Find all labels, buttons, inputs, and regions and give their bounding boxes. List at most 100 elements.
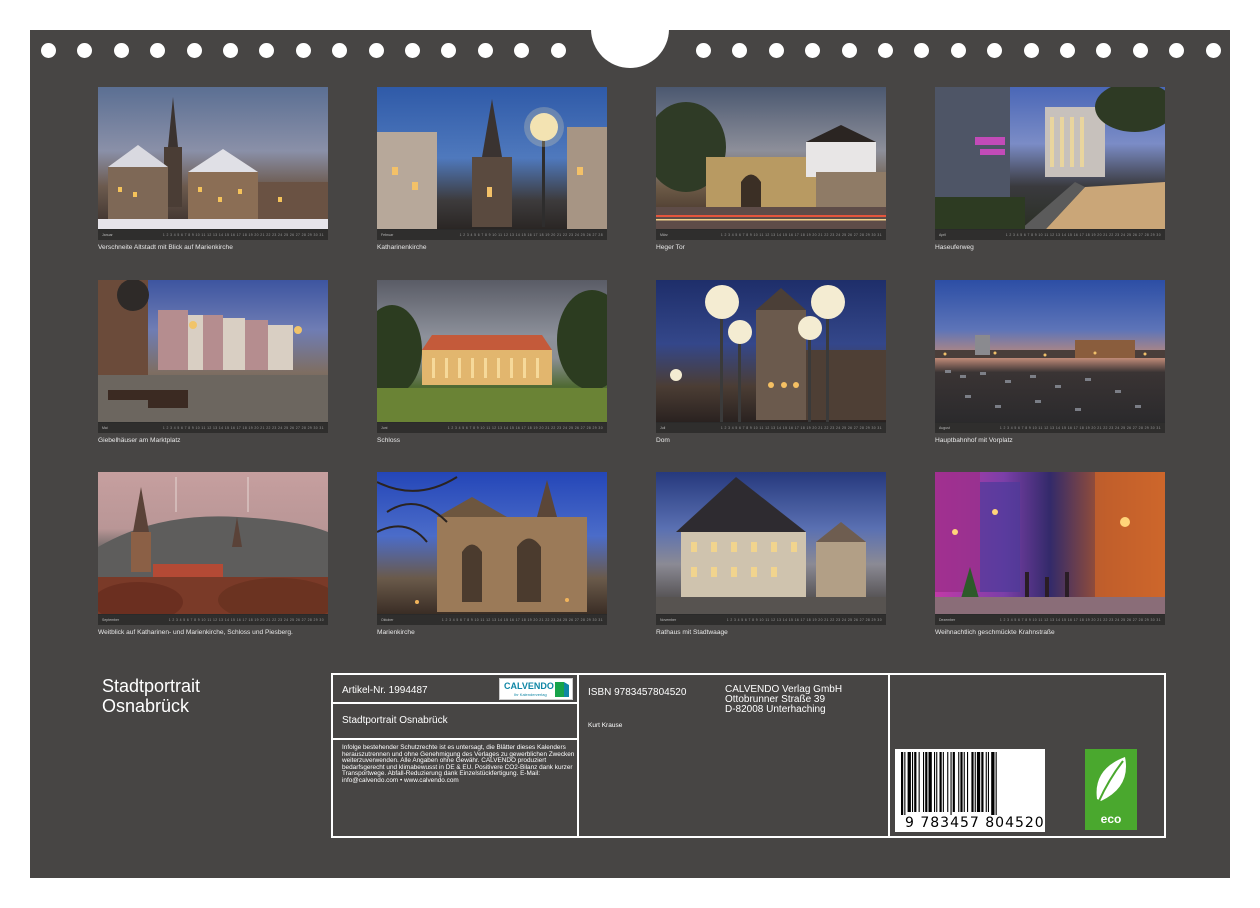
binding-hole: [732, 43, 748, 58]
month-tile-1: Januar 1 2 3 4 5 6 7 8 9 10 11 12 13 14 1…: [98, 87, 328, 251]
month-tile-12: Dezember 1 2 3 4 5 6 7 8 9 10 11 12 13 14…: [935, 472, 1165, 636]
binding-hole: [477, 43, 493, 58]
isbn: ISBN 9783457804520: [588, 687, 687, 698]
binding-hole: [514, 43, 530, 58]
calvendo-logo: CALVENDO Ihr Kalenderverlag: [499, 678, 573, 700]
binding-hole: [805, 43, 821, 58]
barcode-bar: [960, 752, 963, 812]
logo-tagline: Ihr Kalenderverlag: [514, 692, 547, 697]
binding-hole: [113, 43, 129, 58]
product-info-box: Artikel-Nr. 1994487 CALVENDO Ihr Kalende…: [331, 673, 1166, 838]
calendar-strip: Februar 1 2 3 4 5 6 7 8 9 10 11 12 13 14 …: [377, 230, 607, 240]
binding-hole: [259, 43, 275, 58]
month-tile-10: Oktober 1 2 3 4 5 6 7 8 9 10 11 12 13 14 …: [377, 472, 607, 636]
barcode-bar: [942, 752, 944, 812]
binding-hole: [186, 43, 202, 58]
barcode-bar: [985, 752, 987, 812]
product-title: Stadtportrait Osnabrück: [342, 715, 448, 726]
photo-january: [98, 87, 328, 230]
binding-hole: [441, 43, 457, 58]
calendar-strip: Januar 1 2 3 4 5 6 7 8 9 10 11 12 13 14 1…: [98, 230, 328, 240]
calendar-strip: Dezember 1 2 3 4 5 6 7 8 9 10 11 12 13 14…: [935, 615, 1165, 625]
calendar-strip: Juni 1 2 3 4 5 6 7 8 9 10 11 12 13 14 15 …: [377, 423, 607, 433]
barcode-bar: [963, 752, 965, 812]
binding-hole: [878, 43, 893, 58]
photo-caption: Verschneite Altstadt mit Blick auf Marie…: [98, 244, 233, 251]
month-tile-11: November 1 2 3 4 5 6 7 8 9 10 11 12 13 14…: [656, 472, 886, 636]
barcode-bar: [934, 752, 936, 812]
binding-hole: [77, 43, 93, 58]
photo-caption: Hauptbahnhof mit Vorplatz: [935, 437, 1013, 444]
hanger-cutout: [591, 0, 669, 68]
month-tile-8: August 1 2 3 4 5 6 7 8 9 10 11 12 13 14 1…: [935, 280, 1165, 444]
photo-march: [656, 87, 886, 230]
calendar-strip: Oktober 1 2 3 4 5 6 7 8 9 10 11 12 13 14 …: [377, 615, 607, 625]
binding-hole: [332, 43, 348, 58]
barcode-bar: [936, 752, 938, 812]
photo-december: [935, 472, 1165, 615]
binding-hole: [550, 43, 566, 58]
photo-february: [377, 87, 607, 230]
calendar-strip: Mai 1 2 3 4 5 6 7 8 9 10 11 12 13 14 15 1…: [98, 423, 328, 433]
divider: [577, 675, 579, 836]
binding-hole: [1132, 43, 1148, 58]
barcode-bar: [904, 752, 906, 818]
binding-hole: [223, 43, 238, 58]
photo-october: [377, 472, 607, 615]
barcode-bar: [967, 752, 969, 812]
binding-hole: [914, 43, 930, 58]
calendar-logo-icon: [555, 682, 569, 697]
month-tile-3: März 1 2 3 4 5 6 7 8 9 10 11 12 13 14 15 …: [656, 87, 886, 251]
month-tile-7: Juli 1 2 3 4 5 6 7 8 9 10 11 12 13 14 15 …: [656, 280, 886, 444]
photo-caption: Giebelhäuser am Marktplatz: [98, 437, 181, 444]
legal-text: Infolge bestehender Schutzrechte ist es …: [342, 744, 575, 784]
barcode-bar: [991, 752, 995, 818]
binding-hole: [1205, 43, 1221, 58]
binding-hole: [696, 43, 711, 58]
barcode-bar: [995, 752, 997, 818]
photo-august: [935, 280, 1165, 423]
binding-hole: [987, 43, 1003, 58]
calendar-back-page: Januar 1 2 3 4 5 6 7 8 9 10 11 12 13 14 1…: [30, 0, 1230, 878]
binding-hole: [841, 43, 857, 58]
binding-hole: [1023, 43, 1039, 58]
binding-hole: [1169, 43, 1185, 58]
calendar-strip: August 1 2 3 4 5 6 7 8 9 10 11 12 13 14 1…: [935, 423, 1165, 433]
binding-hole: [950, 43, 966, 58]
binding-hole: [295, 43, 311, 58]
photo-caption: Heger Tor: [656, 244, 685, 251]
calendar-title-line2: Osnabrück: [102, 696, 190, 716]
photo-caption: Weitblick auf Katharinen- und Marienkirc…: [98, 629, 293, 636]
photo-caption: Dom: [656, 437, 670, 444]
barcode-bar: [958, 752, 960, 812]
calendar-strip: März 1 2 3 4 5 6 7 8 9 10 11 12 13 14 15 …: [656, 230, 886, 240]
eco-badge: eco: [1085, 749, 1137, 830]
photo-caption: Rathaus mit Stadtwaage: [656, 629, 728, 636]
publisher-address: CALVENDO Verlag GmbH Ottobrunner Straße …: [725, 685, 842, 715]
photo-caption: Marienkirche: [377, 629, 415, 636]
calendar-strip: November 1 2 3 4 5 6 7 8 9 10 11 12 13 14…: [656, 615, 886, 625]
author: Kurt Krause: [588, 722, 623, 729]
photo-caption: Schloss: [377, 437, 401, 444]
binding-hole: [41, 43, 56, 58]
barcode-bar: [950, 752, 952, 818]
barcode-bar: [925, 752, 928, 812]
article-number: Artikel-Nr. 1994487: [342, 685, 428, 696]
binding-hole: [405, 43, 420, 58]
calendar-strip: Juli 1 2 3 4 5 6 7 8 9 10 11 12 13 14 15 …: [656, 423, 886, 433]
barcode-bar: [976, 752, 981, 812]
month-tile-2: Februar 1 2 3 4 5 6 7 8 9 10 11 12 13 14 …: [377, 87, 607, 251]
barcode-bar: [987, 752, 989, 812]
barcode-bar: [928, 752, 932, 812]
barcode-bar: [947, 752, 949, 812]
photo-november: [656, 472, 886, 615]
divider: [333, 702, 579, 704]
barcode-bar: [901, 752, 904, 818]
binding-hole: [368, 43, 384, 58]
photo-june: [377, 280, 607, 423]
month-tile-9: September 1 2 3 4 5 6 7 8 9 10 11 12 13 1…: [98, 472, 328, 636]
barcode-bar: [912, 752, 914, 812]
barcode-bar: [939, 752, 942, 812]
calendar-strip: September 1 2 3 4 5 6 7 8 9 10 11 12 13 1…: [98, 615, 328, 625]
logo-name: CALVENDO: [504, 681, 554, 691]
